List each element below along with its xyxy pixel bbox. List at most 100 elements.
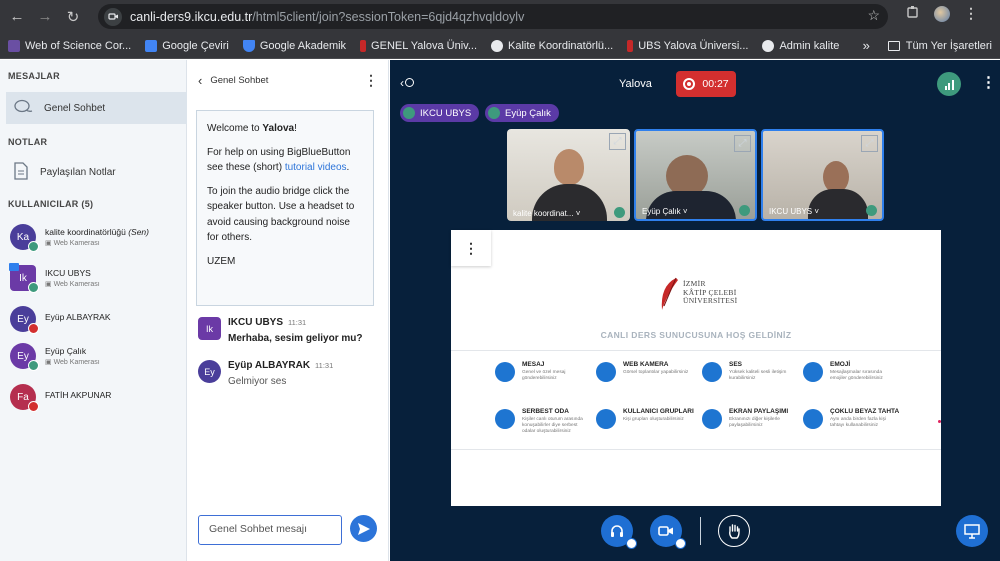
headset-icon [611,525,623,537]
person-silhouette [554,149,584,185]
slide-options-button[interactable]: ⋮ [451,230,491,266]
send-button[interactable] [350,515,377,542]
feature-desc: Görsel toplantılar yapabilirsiniz [623,370,689,375]
talking-name: IKCU UBYS [420,107,472,119]
user-list-item[interactable]: Ey Eyüp Çalık ▣ Web Kamerası [10,343,185,377]
bookmark-google-scholar[interactable]: Google Akademik [242,39,347,52]
feature-item: ÇOKLU BEYAZ TAHTA Aynı anda birden fazla … [803,408,903,442]
forward-icon[interactable]: → [34,6,56,28]
raise-hand-button[interactable] [718,515,750,547]
user-list-item[interactable]: Ka kalite koordinatörlüğü (Sen) ▣ Web Ka… [10,224,185,258]
bookmark-favicon [627,39,634,52]
webcam-button[interactable] [650,515,686,549]
you-label: (Sen) [128,227,149,237]
recording-time: 00:27 [702,78,729,90]
microphone-icon [702,362,722,382]
toolbar-divider [700,517,701,545]
presentation-slide[interactable]: ⋮ İZMİR KÂTİP ÇELEBİ ÜNİVERSİTESİ CANLI … [451,230,941,506]
site-info-icon[interactable] [104,7,122,26]
bookmarks-more-button[interactable]: » [863,38,870,53]
bookmark-admin-kalite[interactable]: Admin kalite [762,39,839,52]
webcam-status-text: Web Kamerası [53,281,100,288]
fullscreen-icon[interactable]: ⤢ [609,133,626,150]
bookmark-kalite[interactable]: Kalite Koordinatörlü... [491,39,614,52]
bookmark-favicon [242,39,255,52]
webcam-icon: ▣ [45,240,54,247]
video-camera-icon [658,526,673,536]
profile-avatar[interactable] [934,5,950,22]
feature-title: SERBEST ODA [522,408,569,415]
message-time: 11:31 [288,318,307,327]
bookmark-label: Kalite Koordinatörlü... [508,39,614,52]
extensions-icon[interactable] [906,5,920,22]
chat-header[interactable]: ‹ Genel Sohbet [198,73,268,88]
all-bookmarks-button[interactable]: Tüm Yer İşaretleri [906,40,992,52]
bookmark-favicon [8,39,20,52]
feature-item: SERBEST ODA Kişiler canlı oturum arasında… [495,408,595,442]
chat-message-input[interactable]: Genel Sohbet mesajı [198,515,342,545]
video-user-name-text: Eyüp Çalık [642,207,681,216]
connection-status-button[interactable] [937,72,961,96]
video-user-name[interactable]: Eyüp Çalık ˅ [642,207,688,216]
presenter-screen-icon [9,263,19,271]
talking-indicator[interactable]: IKCU UBYS [400,104,480,122]
bookmarks-bar: Web of Science Cor... Google Çeviri Goog… [0,33,1000,59]
chevron-down-icon[interactable] [626,538,637,549]
slide-welcome-title: CANLI DERS SUNUCUSUNA HOŞ GELDİNİZ [600,330,792,340]
bookmark-label: Google Akademik [259,39,347,52]
message-text: Gelmiyor ses [228,376,287,387]
user-name: Eyüp ALBAYRAK [45,312,111,322]
mic-status-icon [28,241,39,252]
audio-headset-button[interactable] [601,515,637,549]
back-icon[interactable]: ← [6,6,28,28]
bookmark-genel-yalova[interactable]: GENEL Yalova Üniv... [360,39,477,52]
chat-options-icon[interactable]: ⋮ [364,72,378,89]
address-bar[interactable]: canli-ders9.ikcu.edu.tr/html5client/join… [98,4,888,29]
chevron-left-icon[interactable]: ‹ [198,73,202,88]
recording-indicator[interactable]: 00:27 [676,71,736,97]
bookmark-star-icon[interactable]: ☆ [867,7,880,24]
shared-notes-item[interactable]: Paylaşılan Notlar [6,156,187,188]
chat-title: Genel Sohbet [210,75,269,86]
feature-item: MESAJ Genel ve özel mesaj gönderebilirsin… [495,361,595,395]
reload-icon[interactable]: ↻ [62,6,84,28]
video-tile[interactable]: ⤢ IKCU UBYS ˅ [761,129,884,221]
feature-title: EMOJİ [830,361,851,368]
menu-kebab-icon[interactable]: ⋮ [964,5,978,22]
options-menu-icon[interactable]: ⋮ [981,73,996,91]
chevron-down-icon[interactable] [675,538,686,549]
user-list-item[interactable]: Ik IKCU UBYS ▣ Web Kamerası [9,263,185,299]
quill-logo-icon [661,277,678,310]
user-name: kalite koordinatörlüğü (Sen) [45,227,149,237]
feature-title: MESAJ [522,361,545,368]
public-chat-item[interactable]: Genel Sohbet [6,92,187,124]
shared-notes-label: Paylaşılan Notlar [40,166,116,178]
fullscreen-icon[interactable]: ⤢ [734,135,751,152]
toggle-userlist-button[interactable]: ‹ [400,76,414,90]
user-list-item[interactable]: Fa FATİH AKPUNAR [10,384,185,418]
fullscreen-icon[interactable]: ⤢ [861,135,878,152]
feature-desc: Yüksek kaliteli sesli iletişim kurabilir… [729,370,787,381]
user-list-item[interactable]: Ey Eyüp ALBAYRAK [10,306,185,340]
feature-item: EMOJİ Mesajlaşmalar sırasında emojiler gö… [803,361,903,395]
bookmark-ubs-yalova[interactable]: UBS Yalova Üniversi... [627,39,748,52]
video-user-name[interactable]: IKCU UBYS ˅ [769,207,819,216]
tutorial-link[interactable]: tutorial videos [285,162,347,173]
video-user-name[interactable]: kalite koordinat... ˅ [513,209,580,218]
video-tile[interactable]: ⤢ kalite koordinat... ˅ [507,129,630,221]
meeting-title: Yalova [619,78,652,90]
bookmark-google-translate[interactable]: Google Çeviri [145,39,229,52]
presentation-toggle-button[interactable] [956,515,988,547]
video-tile[interactable]: ⤢ Eyüp Çalık ˅ [634,129,757,221]
notes-section-header: NOTLAR [8,137,48,147]
talking-indicator[interactable]: Eyüp Çalık [485,104,559,122]
video-user-name-text: kalite koordinat... [513,209,574,218]
user-webcam-status: ▣ Web Kamerası [45,239,100,247]
bookmark-web-of-science[interactable]: Web of Science Cor... [8,39,131,52]
bookmark-favicon [145,39,158,52]
message-sender: Eyüp ALBAYRAK 11:31 [228,360,333,371]
avatar: Ey [198,360,221,383]
record-icon [683,78,696,90]
feature-title: KULLANICI GRUPLARI [623,408,694,415]
feature-title: SES [729,361,743,368]
